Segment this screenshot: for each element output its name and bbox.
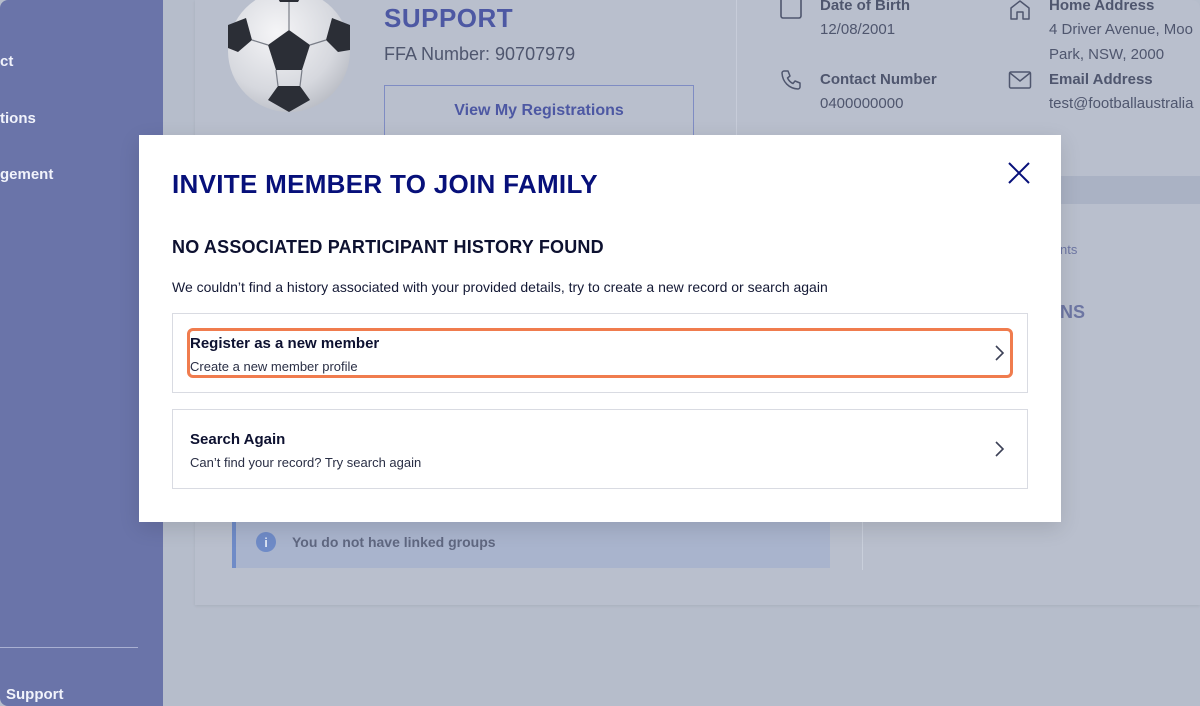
home-icon — [1010, 0, 1030, 20]
background-text-fragment: nts — [1060, 242, 1078, 257]
address-line-2: Park, NSW, 2000 — [1049, 46, 1165, 63]
view-registrations-button[interactable]: View My Registrations — [384, 85, 694, 137]
option-title: Search Again — [190, 431, 286, 448]
background-heading-fragment: NS — [1060, 302, 1086, 322]
option-subtitle: Can’t find your record? Try search again — [190, 455, 422, 470]
sidebar-item-account[interactable]: ct — [0, 53, 13, 70]
contact-label: Contact Number — [820, 71, 937, 88]
address-label: Home Address — [1049, 0, 1155, 14]
ffa-number: FFA Number: 90707979 — [384, 44, 576, 64]
sidebar-item-label: Support — [6, 686, 64, 703]
info-icon: i — [256, 532, 276, 552]
sidebar-item-label: ct — [0, 53, 14, 70]
email-label: Email Address — [1049, 71, 1153, 88]
invite-member-modal: INVITE MEMBER TO JOIN FAMILY NO ASSOCIAT… — [139, 135, 1061, 522]
column-divider — [862, 520, 863, 570]
calendar-icon — [780, 0, 802, 19]
linked-groups-text: You do not have linked groups — [292, 534, 496, 550]
chevron-right-icon — [995, 441, 1005, 457]
modal-subtitle: NO ASSOCIATED PARTICIPANT HISTORY FOUND — [172, 237, 604, 257]
sidebar-divider — [0, 647, 138, 648]
linked-groups-notice: i You do not have linked groups — [232, 520, 830, 568]
contact-value: 0400000000 — [820, 95, 904, 112]
phone-icon — [781, 70, 801, 90]
search-again-option[interactable]: Search Again Can’t find your record? Try… — [172, 409, 1028, 489]
section-header-strip — [1060, 176, 1200, 204]
sidebar-item-label: gement — [0, 166, 54, 183]
app-window: ct tions gement Support SUPPORT FFA Numb… — [0, 0, 1200, 706]
football-icon — [228, 0, 350, 112]
chevron-right-icon — [995, 345, 1005, 361]
column-divider — [736, 0, 737, 135]
sidebar-item-label: tions — [0, 110, 36, 127]
mail-icon — [1008, 71, 1032, 89]
sidebar-item-support[interactable]: Support — [6, 686, 64, 703]
option-subtitle: Create a new member profile — [190, 359, 358, 374]
address-line-1: 4 Driver Avenue, Moo — [1049, 21, 1193, 38]
close-icon[interactable] — [1005, 159, 1033, 187]
email-value: test@footballaustralia — [1049, 95, 1194, 112]
profile-name: SUPPORT — [384, 3, 514, 33]
modal-description: We couldn’t find a history associated wi… — [172, 279, 828, 295]
sidebar-item-registrations[interactable]: tions — [0, 110, 36, 127]
sidebar-item-management[interactable]: gement — [0, 166, 53, 183]
avatar — [228, 0, 350, 112]
dob-label: Date of Birth — [820, 0, 910, 14]
register-new-member-option[interactable]: Register as a new member Create a new me… — [172, 313, 1028, 393]
dob-value: 12/08/2001 — [820, 21, 896, 38]
modal-title: INVITE MEMBER TO JOIN FAMILY — [172, 169, 598, 199]
option-title: Register as a new member — [190, 335, 380, 352]
